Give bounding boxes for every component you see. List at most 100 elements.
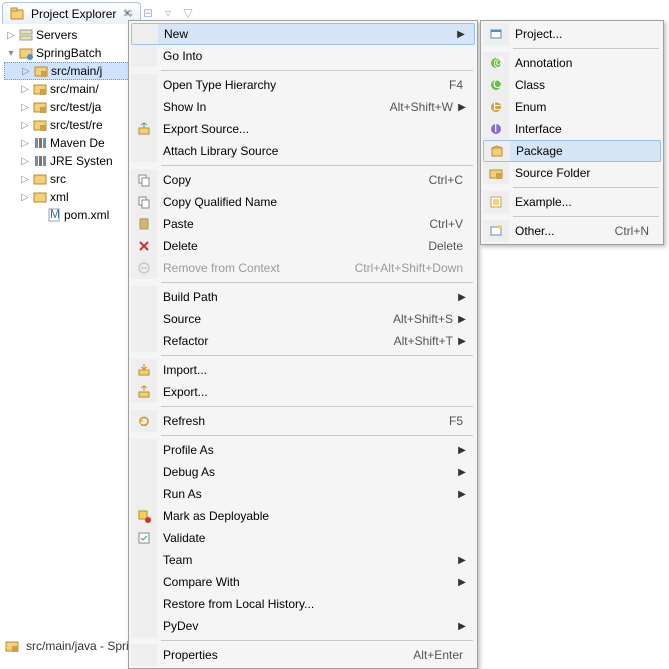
menu-item-paste[interactable]: PasteCtrl+V: [131, 213, 475, 235]
menu-item-refactor[interactable]: RefactorAlt+Shift+T▶: [131, 330, 475, 352]
expand-icon[interactable]: ▷: [18, 156, 32, 167]
menu-item-refresh[interactable]: RefreshF5: [131, 410, 475, 432]
menu-separator: [161, 406, 473, 407]
export-icon: [137, 385, 151, 399]
submenu-arrow-icon: ▶: [457, 577, 467, 588]
menu-item-debug-as[interactable]: Debug As▶: [131, 461, 475, 483]
menu-item-compare-with[interactable]: Compare With▶: [131, 571, 475, 593]
expand-icon[interactable]: ▷: [18, 102, 32, 113]
folder-icon: [32, 171, 48, 187]
refresh-icon: [137, 414, 151, 428]
tree-label: pom.xml: [64, 208, 109, 222]
menu-separator: [513, 48, 659, 49]
project-icon: [18, 45, 34, 61]
view-tab-title: Project Explorer: [31, 7, 116, 21]
menu-item-open-type-hierarchy[interactable]: Open Type HierarchyF4: [131, 74, 475, 96]
menu-item-new-project[interactable]: Project...: [483, 23, 661, 45]
menu-item-copy-qualified-name[interactable]: Copy Qualified Name: [131, 191, 475, 213]
link-editor-icon[interactable]: ⇆: [120, 5, 136, 21]
filter-icon[interactable]: ▿: [160, 5, 176, 21]
menu-item-new-interface[interactable]: IInterface: [483, 118, 661, 140]
package-folder-icon: [32, 81, 48, 97]
menu-separator: [161, 355, 473, 356]
submenu-arrow-icon: ▶: [457, 102, 467, 113]
package-folder-icon: [4, 638, 20, 654]
expand-icon[interactable]: ▷: [18, 84, 32, 95]
package-folder-icon: [32, 99, 48, 115]
wizard-icon: [489, 224, 503, 238]
xml-file-icon: M: [46, 207, 62, 223]
copy-qualified-icon: [137, 195, 151, 209]
enum-icon: E: [489, 100, 503, 114]
menu-item-build-path[interactable]: Build Path▶: [131, 286, 475, 308]
tree-label: src/test/re: [50, 118, 103, 132]
svg-text:C: C: [493, 77, 502, 91]
expand-icon[interactable]: ▷: [4, 30, 18, 41]
deploy-icon: [137, 509, 151, 523]
menu-icon[interactable]: ▽: [180, 5, 196, 21]
expand-icon[interactable]: ▷: [18, 138, 32, 149]
menu-item-pydev[interactable]: PyDev▶: [131, 615, 475, 637]
tree-label: src/test/ja: [50, 100, 101, 114]
menu-item-run-as[interactable]: Run As▶: [131, 483, 475, 505]
collapse-icon[interactable]: ▾: [4, 48, 18, 59]
menu-item-new[interactable]: New▶: [131, 23, 475, 45]
menu-item-team[interactable]: Team▶: [131, 549, 475, 571]
menu-item-go-into[interactable]: Go Into: [131, 45, 475, 67]
menu-item-source[interactable]: SourceAlt+Shift+S▶: [131, 308, 475, 330]
tree-label: src: [50, 172, 66, 186]
menu-item-attach-library-source[interactable]: Attach Library Source: [131, 140, 475, 162]
library-icon: [32, 153, 48, 169]
menu-separator: [161, 435, 473, 436]
menu-item-new-other[interactable]: Other...Ctrl+N: [483, 220, 661, 242]
menu-item-export-source[interactable]: Export Source...: [131, 118, 475, 140]
menu-item-new-example[interactable]: Example...: [483, 191, 661, 213]
menu-item-show-in[interactable]: Show InAlt+Shift+W▶: [131, 96, 475, 118]
menu-item-copy[interactable]: CopyCtrl+C: [131, 169, 475, 191]
validate-icon: [137, 531, 151, 545]
menu-item-delete[interactable]: DeleteDelete: [131, 235, 475, 257]
svg-text:M: M: [50, 207, 60, 221]
submenu-new: Project... @Annotation CClass EEnum IInt…: [480, 20, 664, 245]
menu-item-import[interactable]: Import...: [131, 359, 475, 381]
menu-item-new-class[interactable]: CClass: [483, 74, 661, 96]
menu-item-restore-local-history[interactable]: Restore from Local History...: [131, 593, 475, 615]
menu-item-new-package[interactable]: Package: [483, 140, 661, 162]
tree-label: Servers: [36, 28, 77, 42]
submenu-arrow-icon: ▶: [457, 445, 467, 456]
menu-item-validate[interactable]: Validate: [131, 527, 475, 549]
menu-separator: [161, 640, 473, 641]
export-icon: [137, 122, 151, 136]
menu-item-new-annotation[interactable]: @Annotation: [483, 52, 661, 74]
package-folder-icon: [32, 117, 48, 133]
menu-item-export[interactable]: Export...: [131, 381, 475, 403]
status-bar: src/main/java - Spri: [4, 637, 129, 655]
menu-item-mark-as-deployable[interactable]: Mark as Deployable: [131, 505, 475, 527]
expand-icon[interactable]: ▷: [18, 174, 32, 185]
copy-icon: [137, 173, 151, 187]
submenu-arrow-icon: ▶: [456, 29, 466, 40]
menu-item-new-source-folder[interactable]: Source Folder: [483, 162, 661, 184]
status-text: src/main/java - Spri: [26, 639, 129, 653]
menu-item-profile-as[interactable]: Profile As▶: [131, 439, 475, 461]
collapse-all-icon[interactable]: ⊟: [140, 5, 156, 21]
import-icon: [137, 363, 151, 377]
menu-item-new-enum[interactable]: EEnum: [483, 96, 661, 118]
expand-icon[interactable]: ▷: [18, 120, 32, 131]
svg-text:@: @: [493, 55, 505, 69]
class-icon: C: [489, 78, 503, 92]
expand-icon[interactable]: ▷: [19, 66, 33, 77]
submenu-arrow-icon: ▶: [457, 467, 467, 478]
submenu-arrow-icon: ▶: [457, 555, 467, 566]
expand-icon[interactable]: ▷: [18, 192, 32, 203]
annotation-icon: @: [489, 56, 503, 70]
package-icon: [490, 144, 504, 158]
tree-label: xml: [50, 190, 69, 204]
interface-icon: I: [489, 122, 503, 136]
menu-separator: [161, 282, 473, 283]
menu-separator: [513, 187, 659, 188]
submenu-arrow-icon: ▶: [457, 314, 467, 325]
menu-item-properties[interactable]: PropertiesAlt+Enter: [131, 644, 475, 666]
menu-separator: [513, 216, 659, 217]
tree-label: src/main/j: [51, 64, 102, 78]
